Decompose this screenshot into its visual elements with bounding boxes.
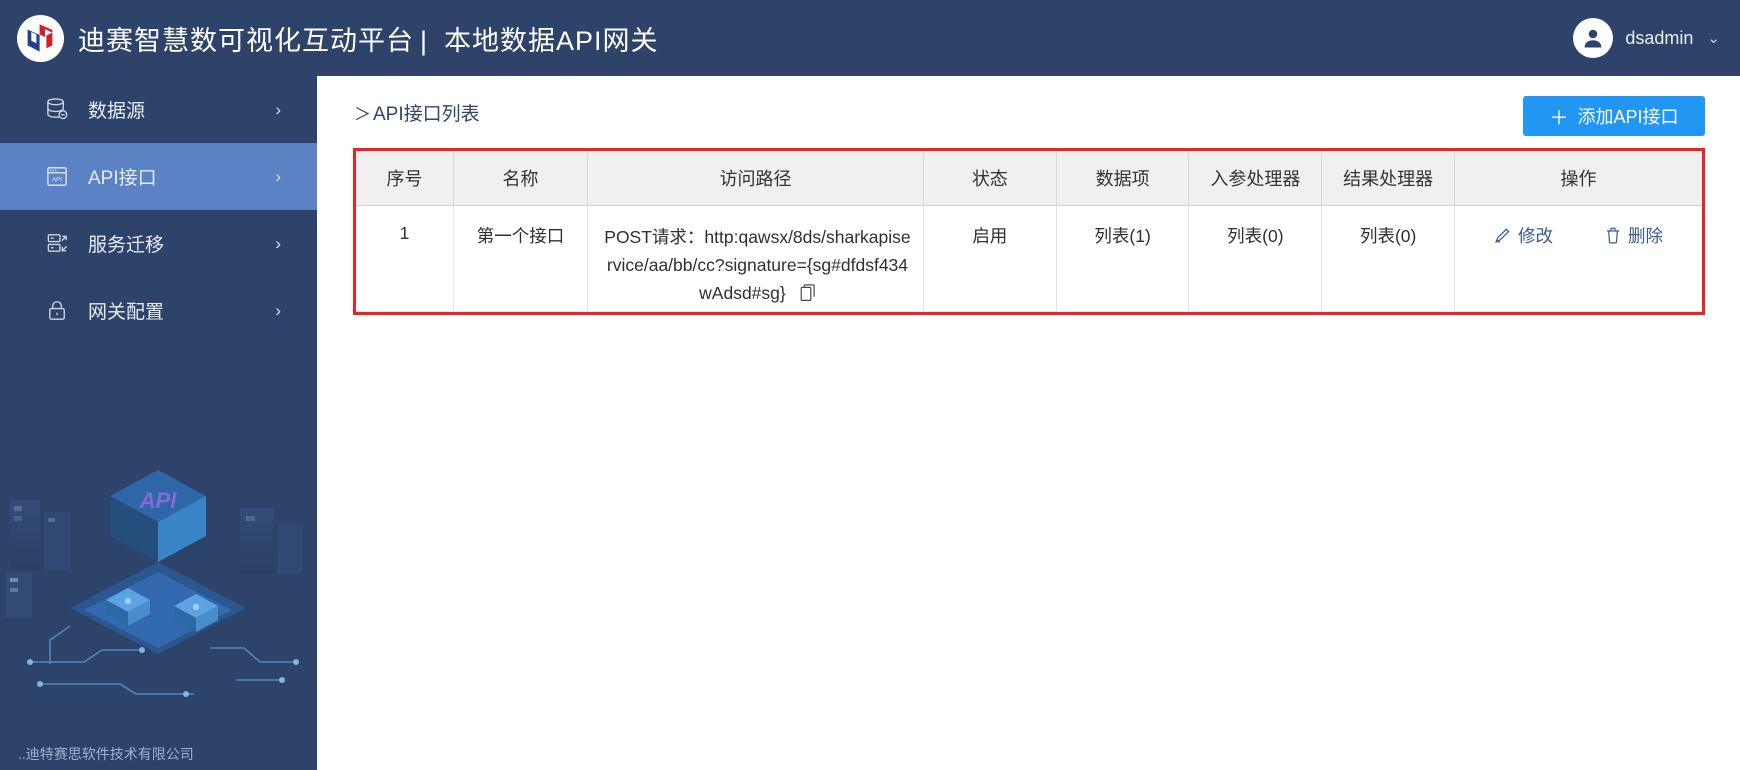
column-header-path: 访问路径 <box>587 151 924 206</box>
table-header-row: 序号 名称 访问路径 状态 数据项 入参处理器 结果处理器 操作 <box>356 151 1702 206</box>
sidebar-item-label: 服务迁移 <box>88 235 165 256</box>
delete-row-button[interactable]: 删除 <box>1605 223 1663 248</box>
cell-path: POST请求：http:qawsx/8ds/sharkapiservice/aa… <box>587 205 924 312</box>
cell-data-item[interactable]: 列表(1) <box>1056 205 1190 312</box>
cell-name: 第一个接口 <box>453 205 588 312</box>
plus-icon: ＋ <box>1549 107 1569 129</box>
isometric-api-art: API <box>0 412 317 742</box>
api-window-icon: API <box>44 164 70 190</box>
breadcrumb[interactable]: ＞ API接口列表 <box>354 99 480 126</box>
user-name[interactable]: dsadmin <box>1625 28 1693 49</box>
sidebar-item-api[interactable]: API API接口 › <box>0 143 317 210</box>
chevron-right-icon: › <box>275 99 281 119</box>
header-title-separator: | <box>420 25 429 56</box>
svg-text:API: API <box>52 177 62 184</box>
edit-row-button[interactable]: 修改 <box>1494 223 1553 248</box>
header-title-main: 迪赛智慧数可视化互动平台 <box>78 25 414 56</box>
chevron-down-icon[interactable]: ⌄ <box>1707 29 1720 47</box>
add-api-button-label: 添加API接口 <box>1577 107 1679 127</box>
add-api-button[interactable]: ＋ 添加API接口 <box>1523 96 1705 136</box>
sidebar: 数据源 › API API接口 › 服务迁移 › 网关配置 › API ..迪特… <box>0 76 317 770</box>
sidebar-item-label: 数据源 <box>88 101 146 122</box>
cell-out-handler[interactable]: 列表(0) <box>1321 205 1456 312</box>
app-root: 迪赛智慧数可视化互动平台 | 本地数据API网关 dsadmin ⌄ 数据源 ›… <box>0 0 1740 770</box>
column-header-index: 序号 <box>356 151 455 206</box>
header-title-sub: 本地数据API网关 <box>444 25 659 56</box>
column-header-state: 状态 <box>923 151 1057 206</box>
server-migrate-icon <box>44 231 70 257</box>
api-table-body: 1 第一个接口 POST请求：http:qawsx/8ds/sharkapise… <box>356 205 1702 312</box>
sidebar-item-gateway-config[interactable]: 网关配置 › <box>0 277 317 344</box>
cube-logo-icon <box>16 14 64 62</box>
trash-icon <box>1605 227 1621 244</box>
api-table: 序号 名称 访问路径 状态 数据项 入参处理器 结果处理器 操作 1 第一个接口 <box>356 151 1702 312</box>
column-header-out-handler: 结果处理器 <box>1321 151 1456 206</box>
api-table-head: 序号 名称 访问路径 状态 数据项 入参处理器 结果处理器 操作 <box>356 151 1702 206</box>
cell-path-text: POST请求：http:qawsx/8ds/sharkapiservice/aa… <box>604 226 911 303</box>
chevron-right-icon: › <box>275 233 281 253</box>
cell-in-handler[interactable]: 列表(0) <box>1188 205 1323 312</box>
database-icon <box>44 97 70 123</box>
cube-logo-glyph <box>27 24 53 52</box>
column-header-name: 名称 <box>453 151 588 206</box>
chevron-right-icon: ＞ <box>354 104 371 124</box>
cell-state: 启用 <box>923 205 1057 312</box>
page-title: 迪赛智慧数可视化互动平台 | 本地数据API网关 <box>78 19 659 58</box>
copy-icon[interactable] <box>800 282 816 310</box>
header-user-area[interactable]: dsadmin ⌄ <box>1573 0 1720 76</box>
delete-row-label: 删除 <box>1628 225 1664 246</box>
api-table-container: 序号 名称 访问路径 状态 数据项 入参处理器 结果处理器 操作 1 第一个接口 <box>353 148 1705 315</box>
sidebar-item-service-migration[interactable]: 服务迁移 › <box>0 210 317 277</box>
chevron-right-icon: › <box>275 300 281 320</box>
sidebar-item-label: 网关配置 <box>88 302 165 323</box>
main-content: ＞ API接口列表 ＋ 添加API接口 序号 名称 访问路径 状态 数据项 入参… <box>317 76 1740 770</box>
user-avatar-icon[interactable] <box>1573 18 1614 58</box>
isometric-api-illustration: API <box>0 412 317 742</box>
user-glyph <box>1584 29 1602 48</box>
sidebar-item-label: API接口 <box>88 168 157 189</box>
pencil-icon <box>1494 227 1511 244</box>
chevron-right-icon: › <box>275 166 281 186</box>
edit-row-label: 修改 <box>1518 225 1554 246</box>
lock-icon <box>44 298 70 324</box>
cell-operations: 修改 删除 <box>1454 205 1702 312</box>
breadcrumb-label[interactable]: API接口列表 <box>373 99 480 126</box>
column-header-in-handler: 入参处理器 <box>1188 151 1323 206</box>
sidebar-footer-text: ..迪特赛思软件技术有限公司 <box>18 746 194 762</box>
cell-index: 1 <box>356 205 455 312</box>
table-row: 1 第一个接口 POST请求：http:qawsx/8ds/sharkapise… <box>356 205 1702 312</box>
toolbar-row: ＞ API接口列表 ＋ 添加API接口 <box>317 76 1740 148</box>
sidebar-item-datasource[interactable]: 数据源 › <box>0 76 317 143</box>
column-header-operation: 操作 <box>1454 151 1702 206</box>
column-header-data-item: 数据项 <box>1056 151 1190 206</box>
svg-text:API: API <box>139 488 178 513</box>
app-header: 迪赛智慧数可视化互动平台 | 本地数据API网关 dsadmin ⌄ <box>0 0 1740 76</box>
logo <box>14 12 66 64</box>
